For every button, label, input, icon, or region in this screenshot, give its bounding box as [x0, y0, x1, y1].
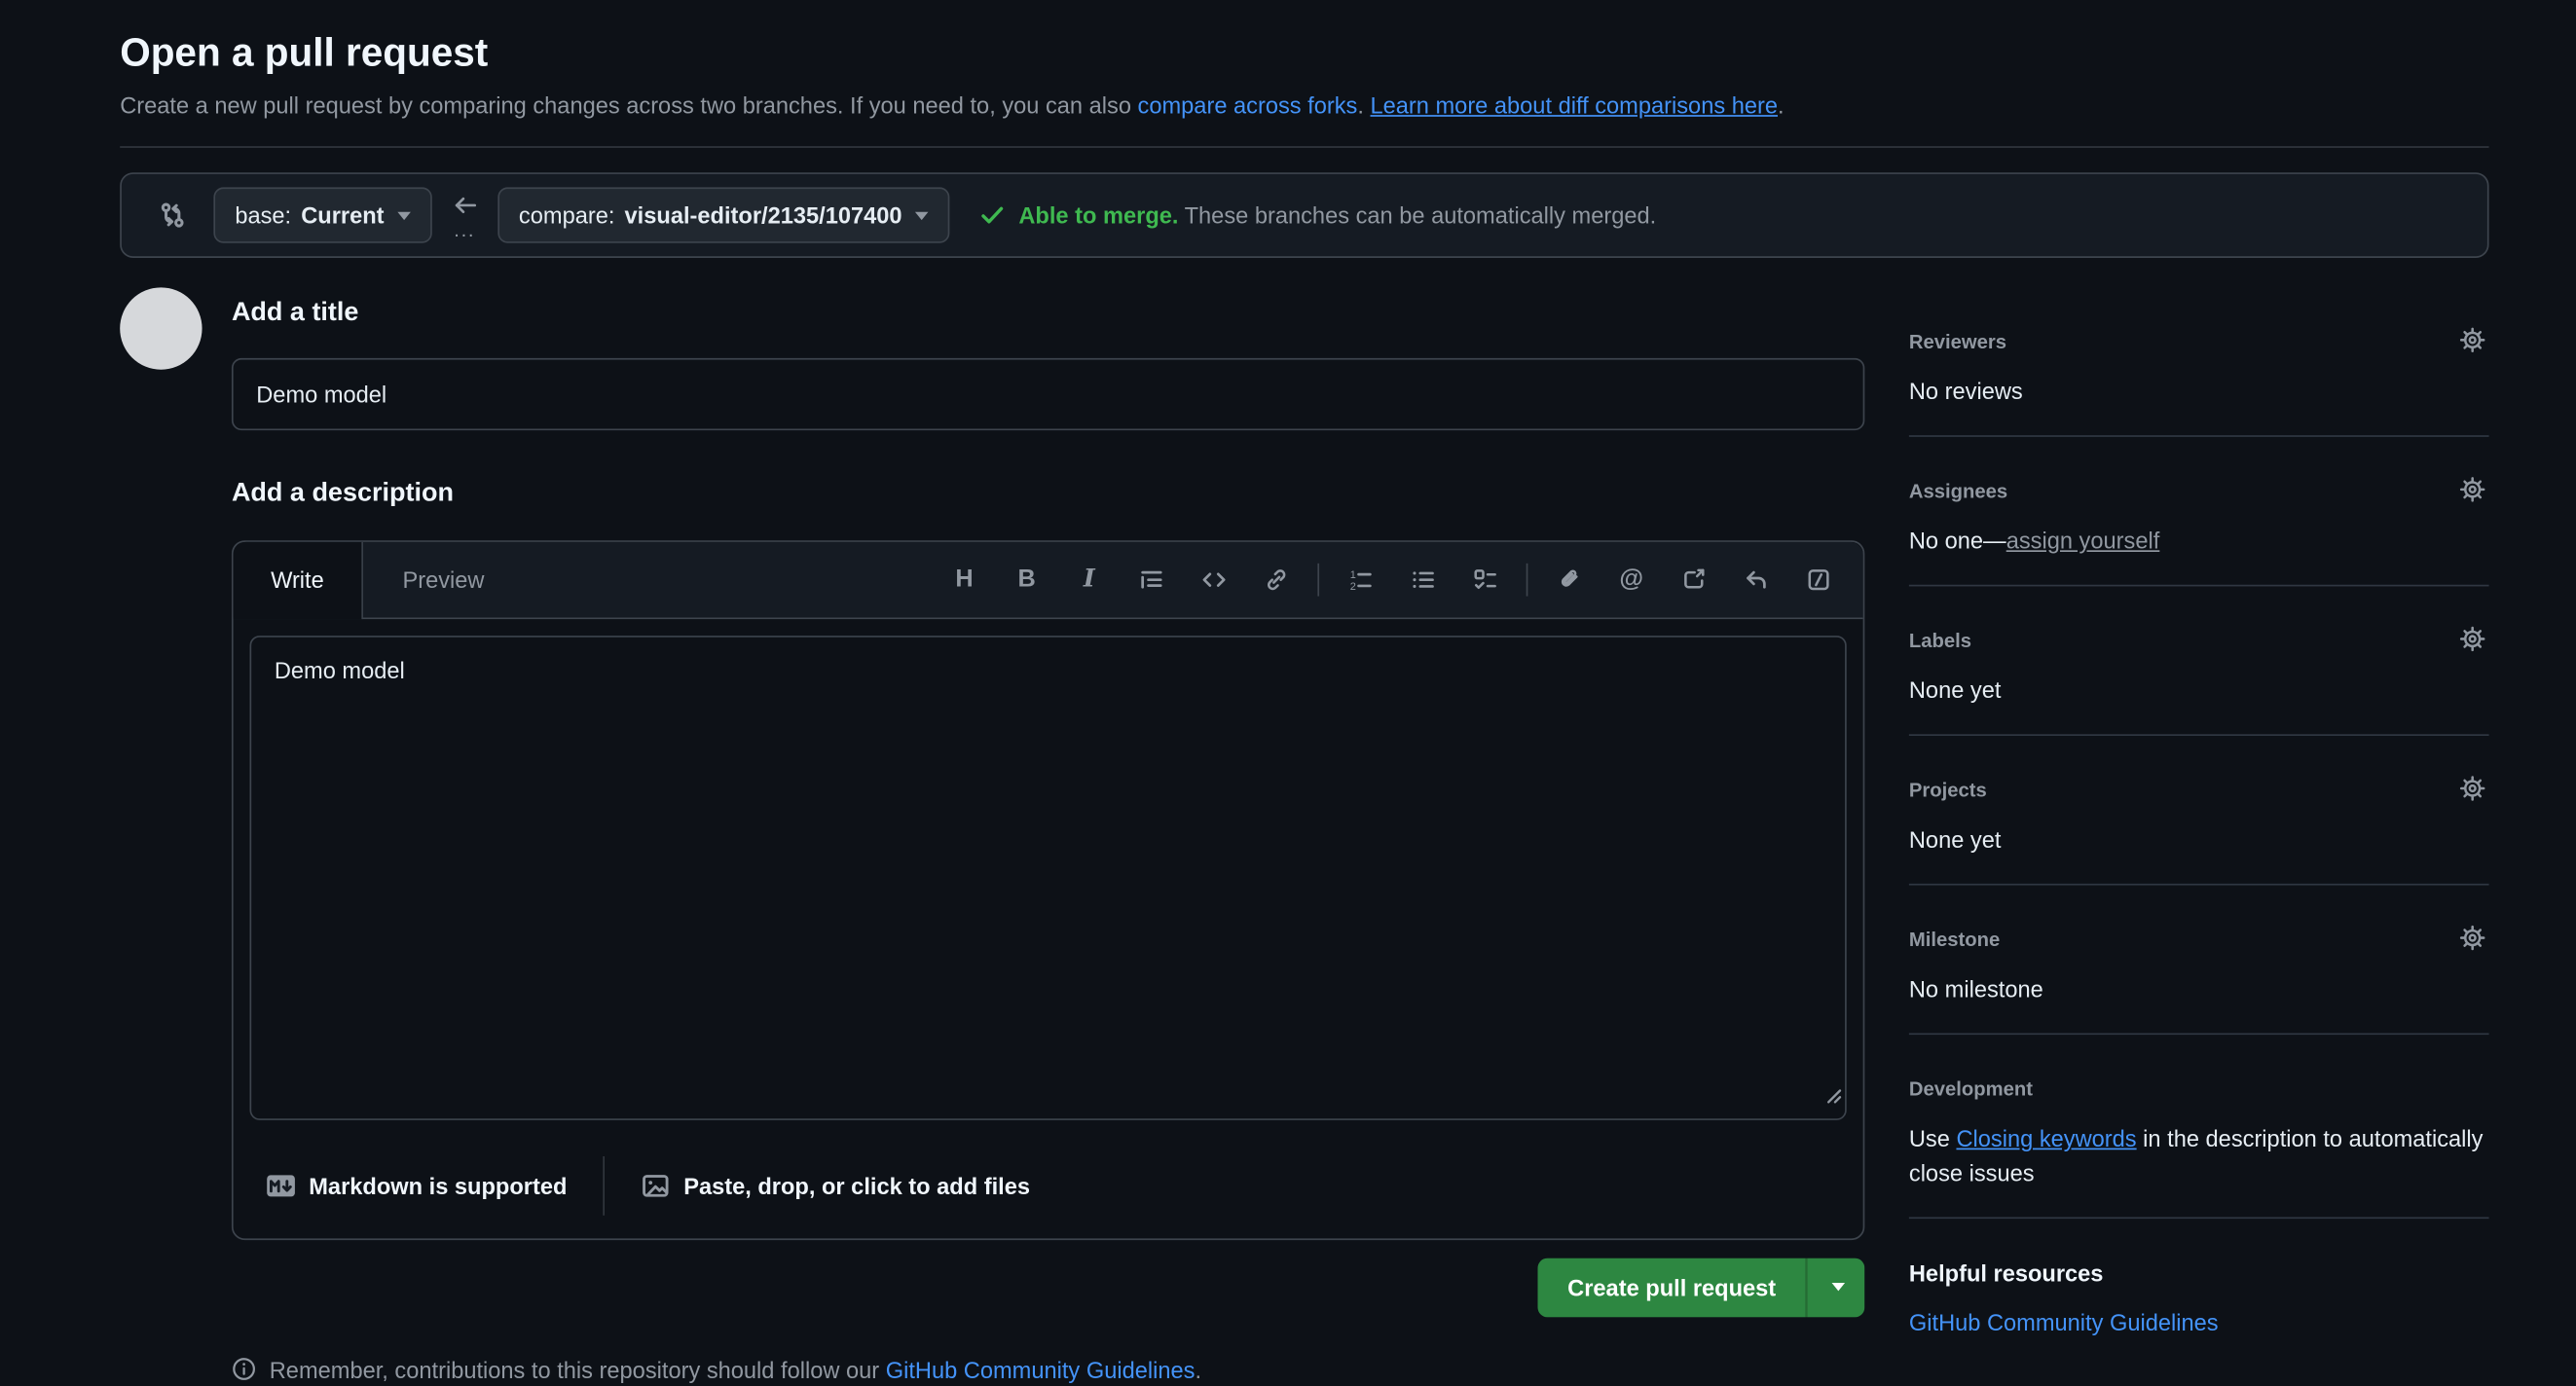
italic-icon[interactable]: I	[1058, 550, 1121, 609]
branch-range-indicator: ...	[452, 192, 478, 239]
create-pr-dropdown-button[interactable]	[1807, 1258, 1864, 1317]
saved-replies-icon[interactable]	[1725, 550, 1787, 609]
info-icon	[232, 1356, 256, 1380]
toolbar-divider	[1317, 563, 1319, 596]
git-compare-icon	[158, 201, 187, 230]
assign-yourself-link[interactable]: assign yourself	[2006, 528, 2160, 554]
page-subtitle: Create a new pull request by comparing c…	[120, 89, 2488, 122]
closing-keywords-link[interactable]: Closing keywords	[1956, 1125, 2136, 1151]
sidebar-section-reviewers: Reviewers No reviews	[1909, 288, 2489, 438]
merge-status: Able to merge. These branches can be aut…	[979, 199, 1656, 232]
resize-handle[interactable]	[1823, 1079, 1842, 1112]
merge-status-detail: These branches can be automatically merg…	[1185, 202, 1657, 229]
numbered-list-icon[interactable]: 12	[1329, 550, 1391, 609]
chevron-down-icon	[397, 211, 411, 219]
tab-write[interactable]: Write	[234, 541, 363, 618]
chevron-down-icon	[915, 211, 929, 219]
sidebar-section-milestone: Milestone No milestone	[1909, 886, 2489, 1036]
range-dots: ...	[454, 220, 475, 239]
page-title: Open a pull request	[120, 29, 2488, 79]
merge-status-emphasis: Able to merge.	[1018, 202, 1178, 229]
labels-heading: Labels	[1909, 630, 2489, 654]
editor-footer: Markdown is supported Paste, drop, or cl…	[234, 1136, 1863, 1238]
task-list-icon[interactable]	[1454, 550, 1516, 609]
slash-commands-icon[interactable]	[1787, 550, 1850, 609]
image-icon	[641, 1171, 670, 1200]
reviewers-heading: Reviewers	[1909, 331, 2489, 355]
heading-icon[interactable]: H	[934, 550, 996, 609]
helpful-resources-heading: Helpful resources	[1909, 1262, 2489, 1287]
markdown-toolbar: H B I	[934, 541, 1863, 617]
gear-icon[interactable]	[2459, 776, 2485, 811]
bold-icon[interactable]: B	[996, 550, 1058, 609]
editor-tab-bar: Write Preview H B I	[234, 541, 1863, 618]
title-heading: Add a title	[232, 295, 1864, 333]
gear-icon[interactable]	[2459, 327, 2485, 362]
create-pr-split-button: Create pull request	[1538, 1258, 1865, 1317]
chevron-down-icon	[1831, 1283, 1845, 1291]
markdown-icon	[266, 1174, 295, 1197]
sidebar-section-labels: Labels None yet	[1909, 587, 2489, 737]
community-guidelines-link[interactable]: GitHub Community Guidelines	[886, 1356, 1196, 1382]
gear-icon[interactable]	[2459, 477, 2485, 512]
contribution-note: Remember, contributions to this reposito…	[232, 1353, 1864, 1386]
page-viewport: Open a pull request Create a new pull re…	[0, 0, 2576, 1342]
projects-heading: Projects	[1909, 779, 2489, 803]
sidebar: Reviewers No reviews Assignees No one—as…	[1909, 288, 2489, 1386]
unordered-list-icon[interactable]	[1391, 550, 1454, 609]
sidebar-section-projects: Projects None yet	[1909, 737, 2489, 887]
assignees-heading: Assignees	[1909, 480, 2489, 504]
learn-more-diff-link[interactable]: Learn more about diff comparisons here	[1371, 92, 1779, 119]
tab-preview[interactable]: Preview	[363, 541, 524, 617]
projects-value: None yet	[1909, 823, 2489, 857]
create-pull-request-button[interactable]: Create pull request	[1538, 1258, 1806, 1317]
cross-reference-icon[interactable]	[1663, 550, 1725, 609]
code-icon[interactable]	[1183, 550, 1245, 609]
arrow-left-icon	[452, 192, 478, 218]
github-community-guidelines-link[interactable]: GitHub Community Guidelines	[1909, 1309, 2219, 1335]
markdown-editor: Write Preview H B I	[232, 540, 1864, 1240]
attach-file-icon[interactable]	[1538, 550, 1601, 609]
svg-text:1: 1	[1350, 568, 1356, 580]
toolbar-divider	[1527, 563, 1528, 596]
mention-icon[interactable]: @	[1601, 550, 1663, 609]
check-icon	[979, 202, 1006, 229]
sidebar-section-assignees: Assignees No one—assign yourself	[1909, 437, 2489, 587]
quote-icon[interactable]	[1121, 550, 1183, 609]
avatar[interactable]	[120, 288, 202, 370]
svg-text:2: 2	[1350, 580, 1356, 592]
pr-title-input[interactable]	[232, 359, 1864, 431]
footer-divider	[604, 1155, 606, 1215]
compare-branch-button[interactable]: compare: visual-editor/2135/107400	[497, 188, 949, 243]
sidebar-section-helpful-resources: Helpful resources GitHub Community Guide…	[1909, 1220, 2489, 1368]
development-heading: Development	[1909, 1078, 2489, 1103]
base-branch-button[interactable]: base: Current	[213, 188, 431, 243]
pr-description-textarea[interactable]: Demo model	[250, 636, 1847, 1120]
attach-files-area[interactable]: Paste, drop, or click to add files	[641, 1169, 1030, 1202]
subtitle-text: Create a new pull request by comparing c…	[120, 92, 1137, 119]
branch-compare-bar: base: Current ... compare: visual-editor…	[120, 173, 2488, 259]
description-heading: Add a description	[232, 476, 1864, 514]
gear-icon[interactable]	[2459, 626, 2485, 661]
compare-across-forks-link[interactable]: compare across forks	[1138, 92, 1358, 119]
labels-value: None yet	[1909, 674, 2489, 708]
markdown-supported[interactable]: Markdown is supported	[266, 1169, 567, 1202]
milestone-heading: Milestone	[1909, 929, 2489, 953]
sidebar-section-development: Development Use Closing keywords in the …	[1909, 1036, 2489, 1220]
header-divider	[120, 147, 2488, 149]
reviewers-value: No reviews	[1909, 375, 2489, 409]
gear-icon[interactable]	[2459, 926, 2485, 961]
link-icon[interactable]	[1245, 550, 1307, 609]
milestone-value: No milestone	[1909, 973, 2489, 1007]
